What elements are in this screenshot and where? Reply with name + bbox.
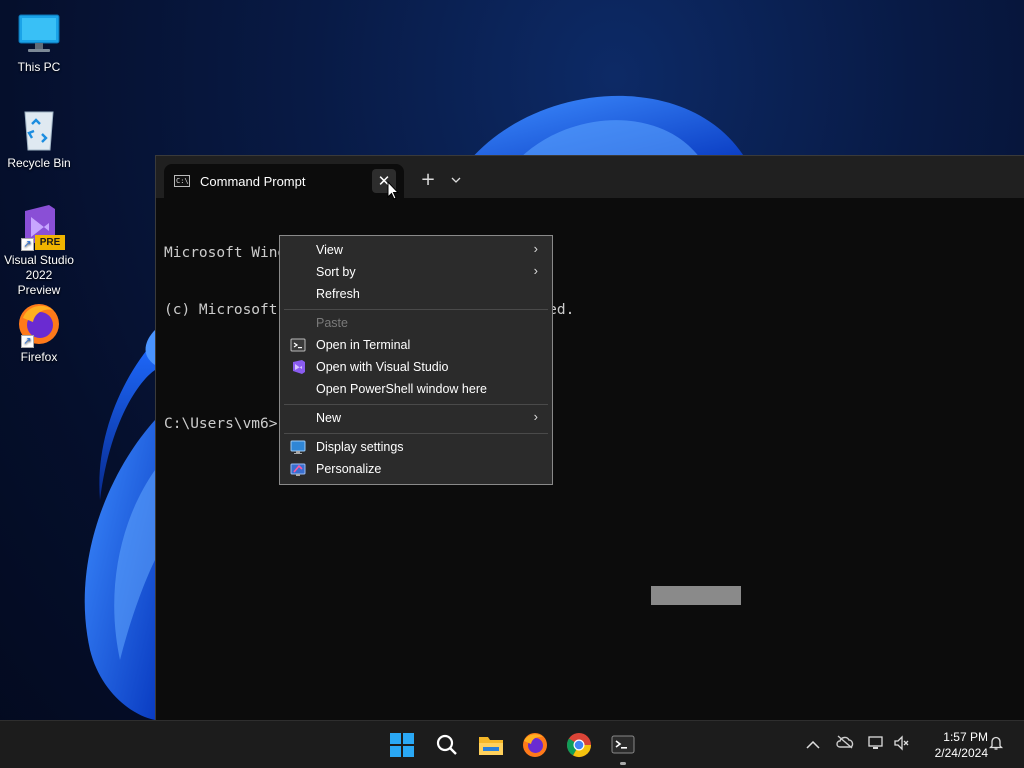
tab-dropdown-button[interactable] bbox=[446, 168, 466, 192]
chevron-right-icon: › bbox=[533, 263, 538, 278]
network-icon[interactable] bbox=[866, 735, 886, 755]
volume-muted-icon[interactable] bbox=[892, 735, 912, 755]
desktop-icon-label: This PC bbox=[17, 60, 61, 74]
notification-bell-icon[interactable] bbox=[986, 735, 1006, 755]
menu-item-new[interactable]: New › bbox=[284, 407, 548, 429]
taskbar[interactable]: 1:57 PM 2/24/2024 bbox=[0, 720, 1024, 768]
search-button[interactable] bbox=[431, 729, 463, 761]
menu-separator bbox=[284, 309, 548, 310]
desktop-icon-firefox[interactable]: ↗ Firefox bbox=[4, 300, 74, 365]
visual-studio-icon bbox=[290, 359, 306, 375]
new-tab-button[interactable]: + bbox=[416, 168, 440, 192]
menu-item-open-powershell[interactable]: Open PowerShell window here bbox=[284, 378, 548, 400]
desktop-icon-label: Visual Studio bbox=[4, 253, 74, 267]
menu-item-refresh[interactable]: Refresh bbox=[284, 283, 548, 305]
desktop-icon-visual-studio[interactable]: PRE ↗ Visual Studio 2022 Preview bbox=[4, 203, 74, 298]
shortcut-arrow-icon: ↗ bbox=[21, 238, 34, 251]
clock-time: 1:57 PM bbox=[943, 730, 988, 744]
command-prompt-icon: C:\ bbox=[174, 175, 190, 187]
tab-title: Command Prompt bbox=[200, 173, 306, 189]
desktop-icon-recycle-bin[interactable]: Recycle Bin bbox=[4, 106, 74, 171]
onedrive-icon[interactable] bbox=[835, 735, 855, 755]
placeholder-block bbox=[651, 586, 741, 605]
menu-item-view[interactable]: View › bbox=[284, 239, 548, 261]
tab-command-prompt[interactable]: C:\ Command Prompt ✕ bbox=[164, 164, 404, 198]
recycle-bin-icon bbox=[15, 106, 63, 154]
firefox-icon bbox=[523, 733, 547, 757]
menu-separator bbox=[284, 404, 548, 405]
windows-logo-icon bbox=[390, 733, 414, 757]
taskbar-file-explorer[interactable] bbox=[475, 729, 507, 761]
clock-date: 2/24/2024 bbox=[934, 746, 988, 760]
shortcut-arrow-icon: ↗ bbox=[21, 335, 34, 348]
chevron-down-icon bbox=[451, 177, 461, 183]
start-button[interactable] bbox=[386, 729, 418, 761]
context-menu[interactable]: View › Sort by › Refresh Paste Open in T… bbox=[279, 235, 553, 485]
desktop-icon-label: Firefox bbox=[20, 350, 58, 364]
menu-item-personalize[interactable]: Personalize bbox=[284, 458, 548, 480]
personalize-icon bbox=[290, 461, 306, 477]
terminal-icon bbox=[290, 337, 306, 353]
menu-item-display-settings[interactable]: Display settings bbox=[284, 436, 548, 458]
menu-item-open-with-visual-studio[interactable]: Open with Visual Studio bbox=[284, 356, 548, 378]
preview-badge: PRE bbox=[35, 235, 65, 250]
taskbar-terminal[interactable] bbox=[607, 729, 639, 761]
terminal-icon bbox=[611, 735, 635, 754]
display-icon bbox=[290, 439, 306, 455]
desktop-icon-label: Recycle Bin bbox=[7, 156, 71, 170]
terminal-titlebar[interactable]: C:\ Command Prompt ✕ + bbox=[156, 156, 1024, 198]
folder-icon bbox=[479, 737, 503, 755]
chevron-right-icon: › bbox=[533, 409, 538, 424]
search-icon bbox=[436, 734, 457, 755]
firefox-icon: ↗ bbox=[15, 300, 63, 348]
chrome-icon bbox=[567, 733, 591, 758]
taskbar-firefox[interactable] bbox=[519, 729, 551, 761]
menu-item-paste: Paste bbox=[316, 316, 348, 330]
tray-overflow-button[interactable] bbox=[803, 735, 823, 755]
visual-studio-icon: PRE ↗ bbox=[15, 203, 65, 251]
taskbar-chrome[interactable] bbox=[563, 729, 595, 761]
menu-item-sort-by[interactable]: Sort by › bbox=[284, 261, 548, 283]
taskbar-clock[interactable]: 1:57 PM 2/24/2024 bbox=[916, 729, 988, 761]
desktop-icon-this-pc[interactable]: This PC bbox=[4, 10, 74, 75]
active-app-indicator bbox=[620, 762, 626, 765]
menu-separator bbox=[284, 433, 548, 434]
monitor-icon bbox=[15, 10, 63, 58]
menu-item-open-in-terminal[interactable]: Open in Terminal bbox=[284, 334, 548, 356]
desktop-icon-label: 2022 Preview bbox=[17, 268, 61, 297]
chevron-up-icon bbox=[806, 740, 820, 749]
chevron-right-icon: › bbox=[533, 241, 538, 256]
mouse-cursor-icon bbox=[387, 181, 399, 200]
